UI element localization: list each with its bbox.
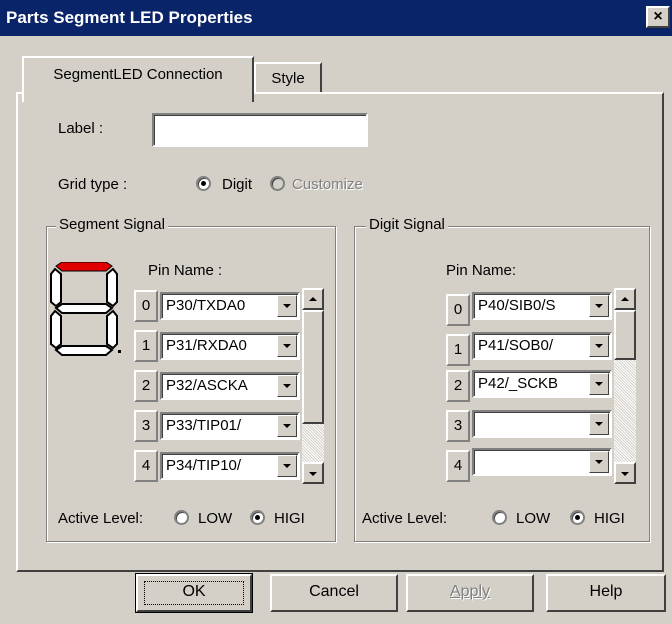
combo-value: P32/ASCKA (166, 377, 248, 394)
combo-value: P34/TIP10/ (166, 457, 242, 474)
grid-type-customize-radio (270, 176, 285, 191)
chevron-down-icon (595, 304, 603, 308)
tab-segmentled-connection[interactable]: SegmentLED Connection (22, 56, 254, 102)
digit-pin-combo[interactable]: P40/SIB0/S (472, 292, 612, 320)
grid-type-label: Grid type : (58, 176, 128, 193)
digit-row-index: 0 (446, 294, 470, 326)
scroll-down-button[interactable] (614, 462, 636, 484)
chevron-down-icon (283, 424, 291, 428)
segment-row-index: 4 (134, 450, 158, 482)
combo-value: P42/_SCKB (478, 375, 559, 392)
dropdown-button[interactable] (589, 373, 609, 395)
grid-type-digit-label[interactable]: Digit (222, 176, 252, 193)
scroll-up-button[interactable] (614, 288, 636, 310)
digit-row-index: 3 (446, 410, 470, 442)
dropdown-button[interactable] (277, 295, 297, 317)
chevron-down-icon (283, 304, 291, 308)
chevron-down-icon (595, 344, 603, 348)
title-bar[interactable]: Parts Segment LED Properties × (0, 0, 672, 36)
help-button[interactable]: Help (546, 574, 666, 612)
chevron-up-icon (621, 297, 629, 301)
combo-value: P31/RXDA0 (166, 337, 247, 354)
digit-active-low-label[interactable]: LOW (516, 510, 550, 527)
segment-active-low-label[interactable]: LOW (198, 510, 232, 527)
digit-pin-combo[interactable]: P41/SOB0/ (472, 332, 612, 360)
apply-button: Apply (406, 574, 534, 612)
digit-row-index: 1 (446, 334, 470, 366)
dropdown-button[interactable] (277, 335, 297, 357)
combo-value: P30/TXDA0 (166, 297, 246, 314)
digit-row-index: 2 (446, 370, 470, 402)
close-button[interactable]: × (646, 6, 670, 28)
digit-pin-combo[interactable]: P42/_SCKB (472, 370, 612, 398)
segment-row-index: 0 (134, 290, 158, 322)
chevron-down-icon (283, 464, 291, 468)
digit-pin-combo[interactable] (472, 448, 612, 476)
dropdown-button[interactable] (277, 375, 297, 397)
segment-pin-combo[interactable]: P30/TXDA0 (160, 292, 300, 320)
chevron-down-icon (595, 382, 603, 386)
segment-pin-combo[interactable]: P34/TIP10/ (160, 452, 300, 480)
segment-signal-title: Segment Signal (56, 216, 168, 233)
digit-signal-title: Digit Signal (366, 216, 448, 233)
segment-pin-combo[interactable]: P31/RXDA0 (160, 332, 300, 360)
dropdown-button[interactable] (589, 335, 609, 357)
grid-type-digit-radio[interactable] (196, 176, 211, 191)
label-input[interactable] (152, 113, 368, 147)
cancel-button[interactable]: Cancel (270, 574, 398, 612)
segment-active-high-radio[interactable] (250, 510, 265, 525)
digit-pin-combo[interactable] (472, 410, 612, 438)
chevron-down-icon (595, 460, 603, 464)
chevron-up-icon (309, 297, 317, 301)
segment-row-index: 2 (134, 370, 158, 402)
properties-dialog: Parts Segment LED Properties × SegmentLE… (0, 0, 672, 624)
segment-pin-combo[interactable]: P33/TIP01/ (160, 412, 300, 440)
tab-label: Style (271, 70, 305, 87)
scroll-down-button[interactable] (302, 462, 324, 484)
seven-segment-digit-icon (50, 262, 121, 356)
ok-button[interactable]: OK (135, 573, 253, 613)
chevron-down-icon (621, 472, 629, 476)
digit-active-high-label[interactable]: HIGI (594, 510, 625, 527)
digit-scrollbar[interactable] (614, 288, 636, 484)
chevron-down-icon (309, 472, 317, 476)
dropdown-button[interactable] (277, 455, 297, 477)
tab-style[interactable]: Style (254, 62, 322, 92)
segment-active-low-radio[interactable] (174, 510, 189, 525)
chevron-down-icon (283, 384, 291, 388)
scroll-thumb[interactable] (614, 310, 636, 360)
dropdown-button[interactable] (277, 415, 297, 437)
digit-active-level-label: Active Level: (362, 510, 448, 527)
segment-active-high-label[interactable]: HIGI (274, 510, 305, 527)
segment-active-level-label: Active Level: (58, 510, 144, 527)
digit-active-low-radio[interactable] (492, 510, 507, 525)
cancel-button-label: Cancel (309, 583, 359, 600)
scroll-up-button[interactable] (302, 288, 324, 310)
combo-value: P33/TIP01/ (166, 417, 242, 434)
combo-value: P41/SOB0/ (478, 337, 554, 354)
segment-pin-combo[interactable]: P32/ASCKA (160, 372, 300, 400)
dropdown-button[interactable] (589, 413, 609, 435)
chevron-down-icon (283, 344, 291, 348)
digit-active-high-radio[interactable] (570, 510, 585, 525)
focus-indicator (144, 581, 244, 605)
segment-row-index: 3 (134, 410, 158, 442)
digit-row-index: 4 (446, 450, 470, 482)
label-field-label: Label : (58, 120, 104, 137)
segment-pin-name-header: Pin Name : (148, 262, 223, 279)
help-button-label: Help (589, 583, 623, 600)
grid-type-customize-label: Customize (292, 176, 363, 193)
scroll-thumb[interactable] (302, 310, 324, 424)
window-title: Parts Segment LED Properties (6, 8, 253, 27)
dropdown-button[interactable] (589, 451, 609, 473)
digit-pin-name-header: Pin Name: (446, 262, 517, 279)
apply-button-label: Apply (449, 583, 491, 600)
segment-scrollbar[interactable] (302, 288, 324, 484)
combo-value: P40/SIB0/S (478, 297, 556, 314)
dropdown-button[interactable] (589, 295, 609, 317)
chevron-down-icon (595, 422, 603, 426)
tab-label: SegmentLED Connection (53, 66, 223, 83)
segment-row-index: 1 (134, 330, 158, 362)
